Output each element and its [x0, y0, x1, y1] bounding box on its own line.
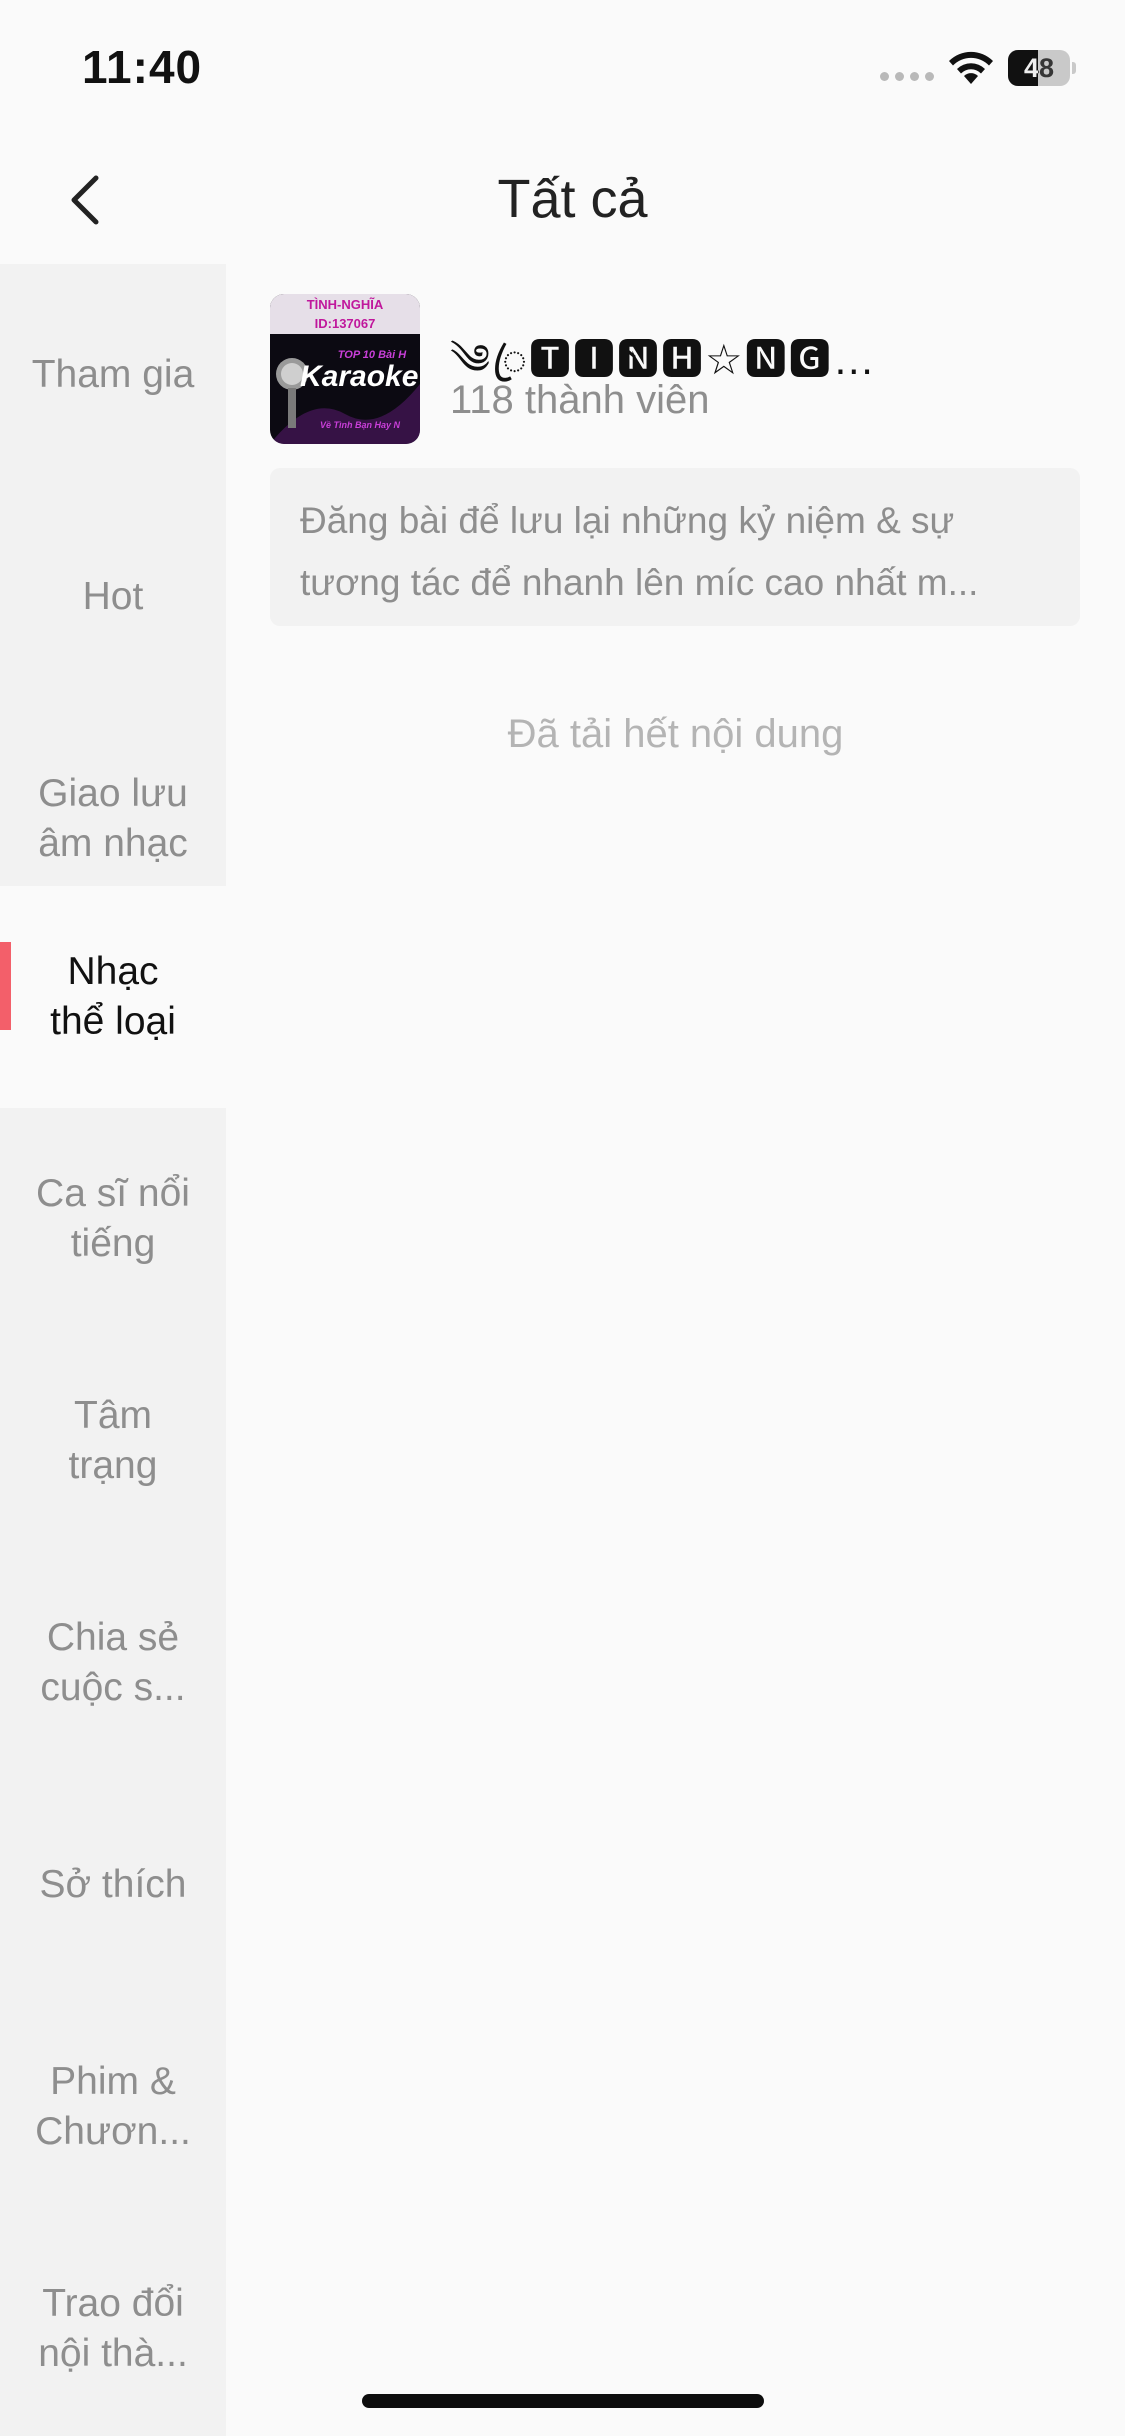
- sidebar-item-tam-trang[interactable]: Tâm trạng: [0, 1330, 226, 1552]
- sidebar-item-label: Phim & Chươn...: [35, 2060, 191, 2153]
- home-indicator[interactable]: [362, 2394, 764, 2408]
- sidebar-item-label: Trao đổi nội thà...: [38, 2282, 188, 2375]
- sidebar-item-label: Tham gia: [31, 353, 195, 396]
- sidebar-item-nhac-the-loai[interactable]: Nhạc thể loại: [0, 886, 226, 1108]
- sidebar-item-chia-se-cuoc-song[interactable]: Chia sẻ cuộc s...: [0, 1552, 226, 1774]
- sidebar-item-phim-chuong-trinh[interactable]: Phim & Chươn...: [0, 1996, 226, 2218]
- svg-text:TÌNH-NGHĨA: TÌNH-NGHĨA: [307, 297, 384, 312]
- sidebar-item-label: Hot: [82, 575, 144, 618]
- svg-text:ID:137067: ID:137067: [315, 316, 376, 331]
- active-indicator: [0, 942, 11, 1030]
- signal-dots-icon: [880, 72, 934, 81]
- group-member-count: 118 thành viên: [450, 378, 710, 422]
- wifi-icon: [949, 51, 993, 84]
- sidebar-item-label: Ca sĩ nổi tiếng: [36, 1172, 190, 1265]
- sidebar-item-label: Giao lưu âm nhạc: [38, 772, 188, 865]
- list-end-text: Đã tải hết nội dung: [507, 712, 844, 756]
- svg-text:Karaoke: Karaoke: [300, 360, 418, 393]
- sidebar-item-ca-si-noi-tieng[interactable]: Ca sĩ nổi tiếng: [0, 1108, 226, 1330]
- sidebar-item-tham-gia[interactable]: Tham gia: [0, 264, 226, 486]
- sidebar-item-label: Tâm trạng: [68, 1394, 158, 1487]
- karaoke-cover-image: TÌNH-NGHĨA ID:137067 TOP 10 Bài H Karaok…: [270, 294, 420, 444]
- nav-bar: Tất cả: [0, 140, 1125, 264]
- sidebar-item-label: Sở thích: [39, 1863, 187, 1906]
- group-card[interactable]: TÌNH-NGHĨA ID:137067 TOP 10 Bài H Karaok…: [270, 294, 1080, 474]
- page-title: Tất cả: [497, 169, 648, 229]
- status-time: 11:40: [82, 41, 203, 93]
- sidebar-item-so-thich[interactable]: Sở thích: [0, 1774, 226, 1996]
- battery-level: 48: [1023, 53, 1055, 83]
- sidebar-item-trao-doi-noi-that[interactable]: Trao đổi nội thà...: [0, 2218, 226, 2436]
- svg-text:Về Tình Bạn Hay N: Về Tình Bạn Hay N: [320, 420, 401, 430]
- battery-icon: 48: [1008, 50, 1076, 86]
- category-sidebar: Tham gia Hot Giao lưu âm nhạc Nhạc thể l…: [0, 264, 226, 2436]
- sidebar-item-hot[interactable]: Hot: [0, 486, 226, 708]
- sidebar-item-label: Chia sẻ cuộc s...: [40, 1616, 186, 1709]
- group-description[interactable]: Đăng bài để lưu lại những kỷ niệm & sự t…: [270, 468, 1080, 626]
- app-screen: 11:40 48 Tất cả Tham gia Hot Giao lưu âm…: [0, 0, 1125, 2436]
- sidebar-item-label: Nhạc thể loại: [50, 950, 176, 1043]
- group-avatar: TÌNH-NGHĨA ID:137067 TOP 10 Bài H Karaok…: [270, 294, 420, 444]
- group-description-text: Đăng bài để lưu lại những kỷ niệm & sự t…: [300, 500, 979, 603]
- status-bar: 11:40 48: [0, 0, 1125, 140]
